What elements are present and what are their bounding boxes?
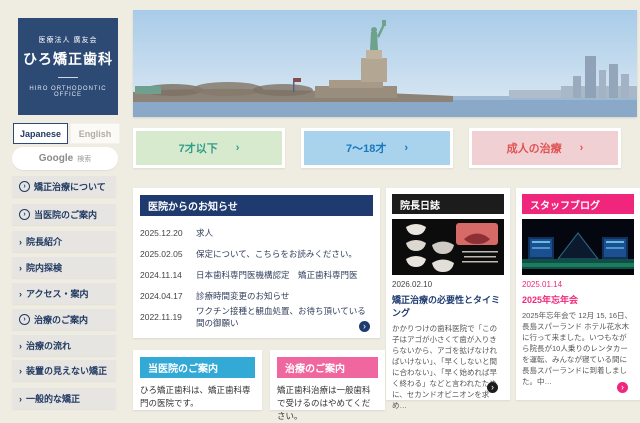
clinic-guide-card: 当医院のご案内 ひろ矯正歯科は、矯正歯科専門の医院です。 <box>133 350 262 410</box>
google-logo: Google <box>39 153 73 164</box>
age-button-7-to-18[interactable]: 7〜18才 › <box>301 128 453 168</box>
sidebar-item-clinic-guide[interactable]: › 当医院のご案内 <box>12 204 116 225</box>
sidebar-item-label: 治療のご案内 <box>34 313 88 326</box>
age-button-label: 成人の治療 <box>507 140 562 156</box>
news-date: 2025.02.05 <box>140 249 186 259</box>
circle-chevron-icon: › <box>19 181 30 192</box>
news-item[interactable]: 2024.04.17 診療時間変更のお知らせ <box>140 285 373 306</box>
news-header: 医院からのお知らせ <box>140 195 373 216</box>
staff-blog-excerpt: 2025年忘年会で 12月 15, 16日、長島スパーランド ホテル花水木に行っ… <box>522 310 634 387</box>
treatment-guide-card: 治療のご案内 矯正歯科治療は一般歯科で受けるのはやめてください。 <box>270 350 385 410</box>
google-search-box[interactable]: Google 検索 <box>12 147 118 170</box>
news-item[interactable]: 2024.11.14 日本歯科専門医機構認定 矯正歯科専門医 <box>140 264 373 285</box>
sidebar-item-label: 一般的な矯正 <box>26 392 80 405</box>
chevron-icon: › <box>19 366 22 376</box>
news-item[interactable]: 2025.12.20 求人 <box>140 222 373 243</box>
news-text[interactable]: ワクチン接種と観血処置、お待ち頂いている間の御願い <box>196 305 373 329</box>
statue-of-liberty-illustration <box>133 10 637 117</box>
chevron-icon: › <box>19 263 22 273</box>
treatment-guide-header[interactable]: 治療のご案内 <box>277 357 378 378</box>
news-text[interactable]: 日本歯科専門医機構認定 矯正歯科専門医 <box>196 269 358 281</box>
sidebar-item-clinic-tour[interactable]: › 院内探検 <box>12 257 116 278</box>
sidebar-item-label: 院長紹介 <box>26 235 62 248</box>
news-date: 2022.11.19 <box>140 312 186 322</box>
director-blog-thumbnail[interactable] <box>392 219 504 275</box>
staff-blog-header: スタッフブログ <box>522 194 634 214</box>
staff-blog-more-button[interactable]: › <box>617 382 628 393</box>
chevron-icon: › <box>236 142 240 154</box>
chevron-icon: › <box>19 341 22 351</box>
chevron-icon: › <box>19 289 22 299</box>
circle-chevron-icon: › <box>19 314 30 325</box>
news-date: 2025.12.20 <box>140 228 186 238</box>
sidebar-item-label: 装置の見えない矯正 <box>26 364 107 377</box>
news-item[interactable]: 2022.11.19 ワクチン接種と観血処置、お待ち頂いている間の御願い <box>140 306 373 327</box>
news-text[interactable]: 求人 <box>196 227 213 239</box>
sidebar-item-access[interactable]: › アクセス・案内 <box>12 283 116 304</box>
news-date: 2024.11.14 <box>140 270 186 280</box>
news-item[interactable]: 2025.02.05 保定について、こちらをお読みください。 <box>140 243 373 264</box>
age-button-label: 7〜18才 <box>346 140 386 156</box>
age-button-under-7[interactable]: 7才以下 › <box>133 128 285 168</box>
clinic-corporation-name: 医療法人 廣友会 <box>39 35 98 45</box>
sidebar-item-director-profile[interactable]: › 院長紹介 <box>12 231 116 252</box>
chevron-icon: › <box>19 237 22 247</box>
news-text[interactable]: 診療時間変更のお知らせ <box>196 290 289 302</box>
chevron-icon: › <box>19 394 22 404</box>
search-button-label[interactable]: 検索 <box>77 154 91 164</box>
sidebar-item-label: 院内探検 <box>26 261 62 274</box>
news-date: 2024.04.17 <box>140 291 186 301</box>
sidebar-item-label: アクセス・案内 <box>26 287 89 300</box>
tab-japanese[interactable]: Japanese <box>13 123 68 144</box>
chevron-icon: › <box>580 142 584 154</box>
director-blog-date: 2026.02.10 <box>392 280 504 289</box>
age-button-adult[interactable]: 成人の治療 › <box>469 128 621 168</box>
clinic-name-english: HIRO ORTHODONTIC OFFICE <box>18 86 118 98</box>
sidebar-item-label: 治療の流れ <box>26 339 71 352</box>
sidebar-item-about-orthodontics[interactable]: › 矯正治療について <box>12 176 116 197</box>
clinic-guide-text: ひろ矯正歯科は、矯正歯科専門の医院です。 <box>140 384 255 410</box>
sidebar-item-label: 当医院のご案内 <box>34 208 97 221</box>
chevron-icon: › <box>404 142 408 154</box>
staff-blog-title[interactable]: 2025年忘年会 <box>522 293 634 306</box>
staff-blog-card: スタッフブログ 2025.01.14 2025年忘年会 2025年忘年会で 12… <box>516 188 640 400</box>
sidebar-item-invisible-braces[interactable]: › 装置の見えない矯正 <box>12 360 116 381</box>
hero-banner-photo <box>133 10 637 117</box>
news-text[interactable]: 保定について、こちらをお読みください。 <box>196 248 357 260</box>
staff-blog-thumbnail[interactable] <box>522 219 634 275</box>
director-blog-more-button[interactable]: › <box>487 382 498 393</box>
logo-divider <box>58 77 78 78</box>
sidebar-item-treatment-flow[interactable]: › 治療の流れ <box>12 335 116 356</box>
sidebar-item-general-orthodontics[interactable]: › 一般的な矯正 <box>12 388 116 409</box>
circle-chevron-icon: › <box>19 209 30 220</box>
clinic-guide-header[interactable]: 当医院のご案内 <box>140 357 255 378</box>
age-button-label: 7才以下 <box>179 140 218 156</box>
sidebar-item-treatment-guide[interactable]: › 治療のご案内 <box>12 309 116 330</box>
director-blog-header: 院長日誌 <box>392 194 504 214</box>
director-blog-title[interactable]: 矯正治療の必要性とタイミング <box>392 293 504 319</box>
sidebar-item-label: 矯正治療について <box>34 180 106 193</box>
clinic-name: ひろ矯正歯科 <box>23 49 113 69</box>
tab-english[interactable]: English <box>70 123 120 144</box>
staff-blog-date: 2025.01.14 <box>522 280 634 289</box>
news-more-button[interactable]: › <box>359 321 370 332</box>
clinic-logo: 医療法人 廣友会 ひろ矯正歯科 HIRO ORTHODONTIC OFFICE <box>18 18 118 115</box>
director-blog-excerpt: かかりつけの歯科医院で「この子はアゴが小さくて歯が入りきらないから、アゴを拡げな… <box>392 323 504 411</box>
director-blog-card: 院長日誌 2026.02.10 矯正治療の必要性とタイミング かかりつけの歯科医… <box>386 188 510 400</box>
news-card: 医院からのお知らせ 2025.12.20 求人 2025.02.05 保定につい… <box>133 188 380 338</box>
treatment-guide-text: 矯正歯科治療は一般歯科で受けるのはやめてください。 <box>277 384 378 423</box>
